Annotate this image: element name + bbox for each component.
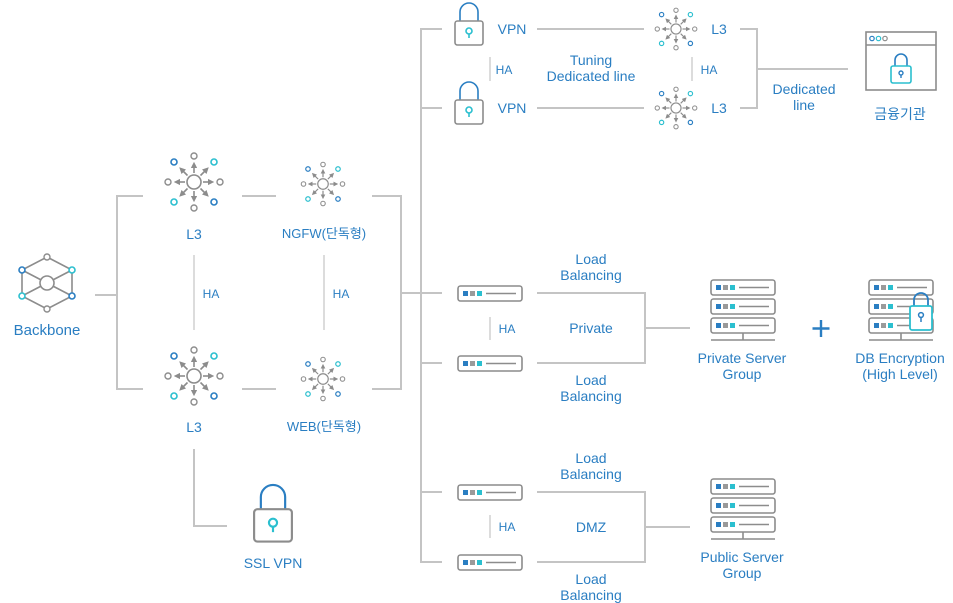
financial-institution-window-icon xyxy=(865,31,937,91)
web-hub-icon xyxy=(301,357,345,401)
vpn-lock-icon xyxy=(454,81,484,125)
backbone-hexagon-icon xyxy=(18,253,76,313)
backbone-branch xyxy=(116,195,143,390)
vpn-label: VPN xyxy=(497,100,527,116)
load-balancing-label: Load Balancing xyxy=(560,372,622,404)
load-balancing-label: Load Balancing xyxy=(560,571,622,603)
l3-label: L3 xyxy=(711,21,727,37)
dedicated-line-label: Dedicated line xyxy=(772,81,836,113)
l3-bottom-label: L3 xyxy=(186,419,202,435)
db-encryption-label: DB Encryption (High Level) xyxy=(855,350,945,382)
ngfw-label: NGFW(단독형) xyxy=(281,226,367,241)
public-server-group-label: Public Server Group xyxy=(700,549,784,581)
ha-label: HA xyxy=(498,322,516,336)
db-encryption-icon xyxy=(869,280,933,340)
load-balancer-icon xyxy=(457,355,523,372)
plus-icon xyxy=(812,320,830,337)
l3-merge xyxy=(740,28,758,109)
load-balancer-icon xyxy=(457,484,523,501)
vpn-lock-icon xyxy=(454,2,484,46)
backbone-label: Backbone xyxy=(13,322,81,339)
load-balancing-label: Load Balancing xyxy=(560,251,622,283)
l3-label: L3 xyxy=(711,100,727,116)
ssl-vpn-label: SSL VPN xyxy=(243,555,303,571)
ha-label: HA xyxy=(495,63,513,77)
private-server-rack-icon xyxy=(711,280,775,340)
l3-switch-icon xyxy=(655,87,697,129)
financial-institution-label: 금융기관 xyxy=(874,106,926,122)
load-balancer-icon xyxy=(457,554,523,571)
ssl-vpn-lock-icon xyxy=(253,483,293,543)
load-balancer-icon xyxy=(457,285,523,302)
tuning-dedicated-line-label: Tuning Dedicated line xyxy=(546,52,636,84)
l3-switch-icon xyxy=(655,8,697,50)
load-balancing-label: Load Balancing xyxy=(560,450,622,482)
vpn-label: VPN xyxy=(497,21,527,37)
public-server-rack-icon xyxy=(711,479,775,539)
l3-top-label: L3 xyxy=(186,226,202,242)
fw-web-merge xyxy=(372,195,402,390)
ha-label: HA xyxy=(202,287,220,301)
l3-switch-icon xyxy=(165,347,223,405)
private-server-group-label: Private Server Group xyxy=(697,350,787,382)
ha-label: HA xyxy=(498,520,516,534)
ha-label: HA xyxy=(332,287,350,301)
private-zone-label: Private xyxy=(569,320,613,336)
firewall-hub-icon xyxy=(301,162,345,206)
web-label: WEB(단독형) xyxy=(286,419,362,434)
l3-sslvpn-link xyxy=(193,449,227,527)
dmz-zone-label: DMZ xyxy=(575,519,607,535)
l3-switch-icon xyxy=(165,153,223,211)
ha-label: HA xyxy=(700,63,718,77)
